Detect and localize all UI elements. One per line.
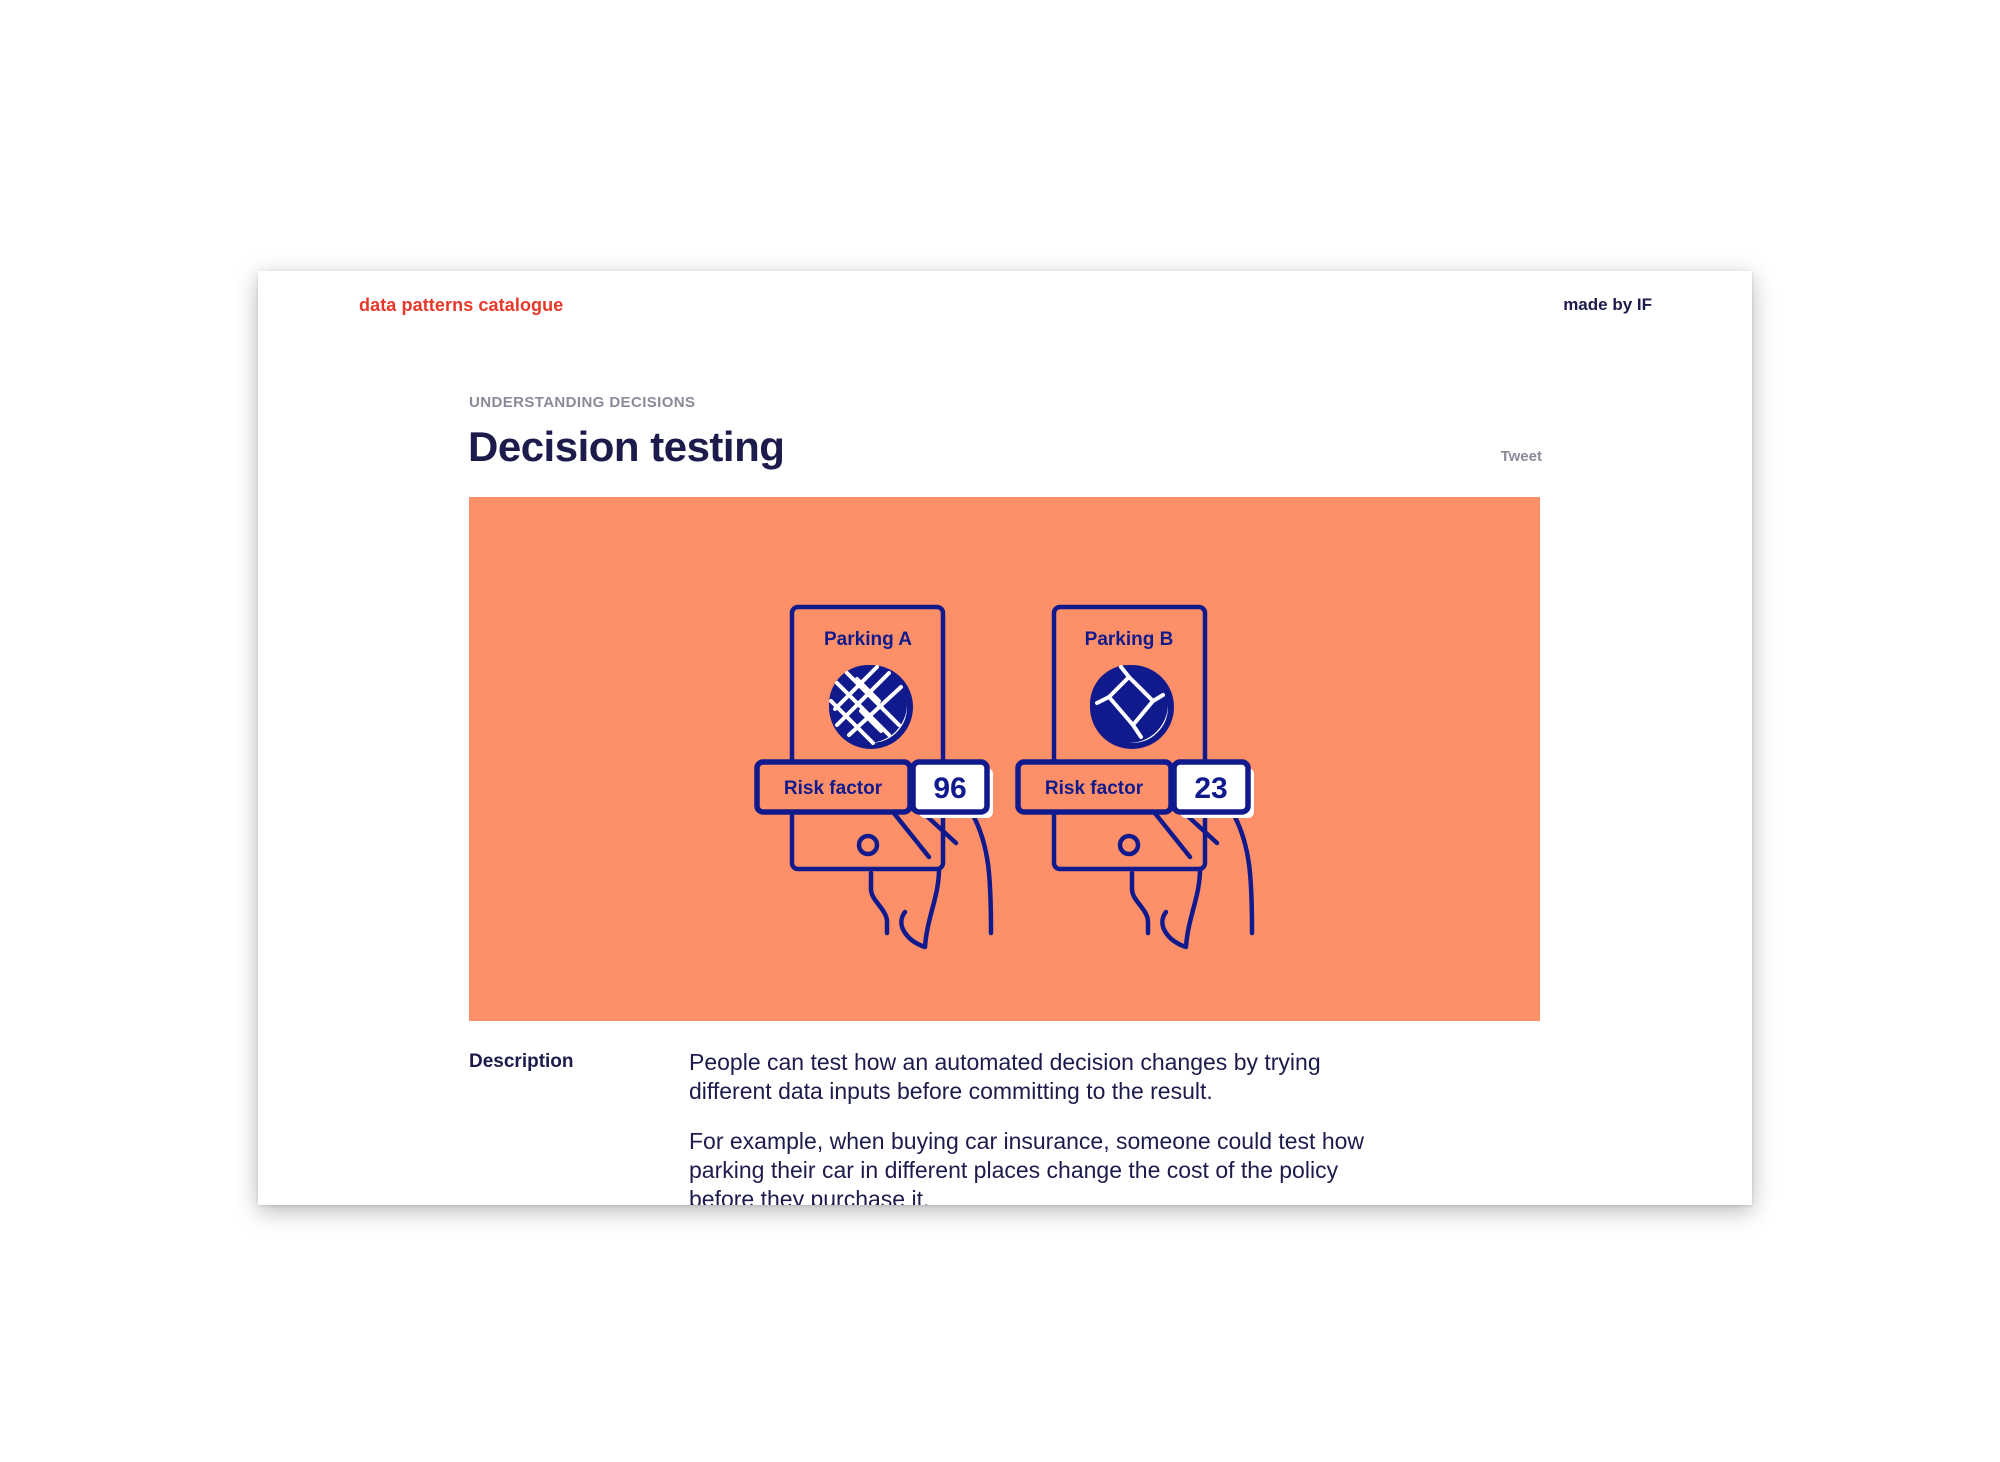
phone-a-risk-value: 96 <box>933 772 966 805</box>
phone-b-risk-value-box: 23 <box>1171 759 1254 818</box>
description-paragraph: For example, when buying car insurance, … <box>689 1128 1365 1205</box>
pattern-illustration: Parking A Risk factor 96 Parking B Risk … <box>469 497 1540 1021</box>
sparse-street-map-icon <box>1090 665 1174 749</box>
phone-b-risk-label-box: Risk factor <box>1015 759 1174 815</box>
description-body: People can test how an automated decisio… <box>689 1048 1409 1205</box>
illustration-svg: Parking A Risk factor 96 Parking B Risk … <box>754 604 1255 950</box>
phone-a-title: Parking A <box>824 629 912 650</box>
phone-b-risk-label: Risk factor <box>1045 778 1144 799</box>
phone-b-hand-palm <box>1160 866 1203 950</box>
tweet-link[interactable]: Tweet <box>1501 448 1542 465</box>
site-brand-link[interactable]: data patterns catalogue <box>359 295 563 316</box>
phone-b-title: Parking B <box>1085 629 1174 650</box>
phone-b-wrist <box>1232 814 1255 936</box>
phone-a-wrist <box>971 814 994 936</box>
phone-a-risk-value-box: 96 <box>910 759 993 818</box>
phone-b-hand-left <box>1129 870 1151 936</box>
page-title: Decision testing <box>468 423 785 470</box>
phone-b-risk-value: 23 <box>1194 772 1227 805</box>
description-label: Description <box>469 1051 574 1072</box>
phone-a-hand-left <box>868 870 890 936</box>
phone-a-risk-label: Risk factor <box>784 778 883 799</box>
phone-a-hand-palm <box>899 866 942 950</box>
dense-street-map-icon <box>829 665 913 749</box>
description-paragraph: People can test how an automated decisio… <box>689 1049 1321 1104</box>
phone-a-risk-label-box: Risk factor <box>754 759 913 815</box>
pattern-page-card: data patterns catalogue made by IF UNDER… <box>258 271 1752 1205</box>
pattern-category: UNDERSTANDING DECISIONS <box>469 394 696 411</box>
made-by-link[interactable]: made by IF <box>1563 295 1652 315</box>
